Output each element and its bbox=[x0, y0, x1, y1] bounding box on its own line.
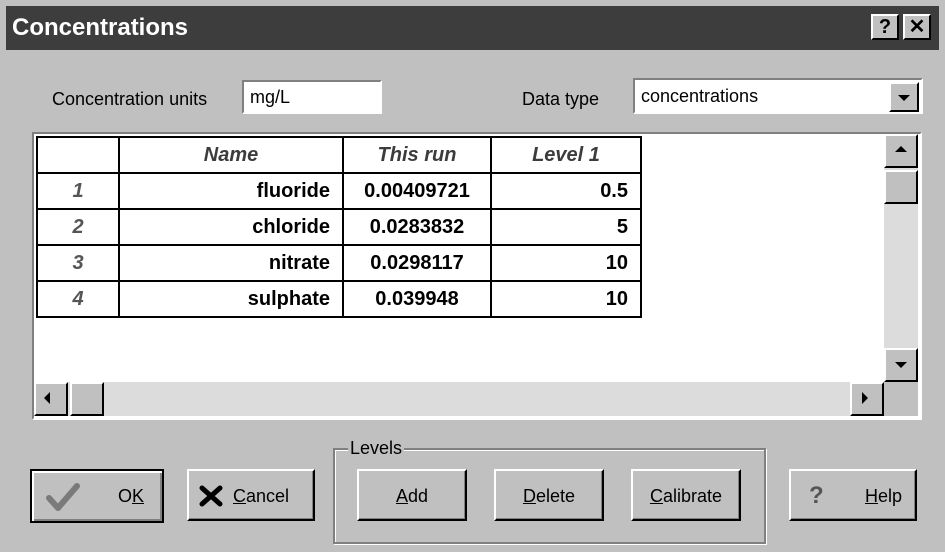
concentrations-grid[interactable]: Name This run Level 1 1 fluoride 0.00409… bbox=[32, 132, 922, 420]
cell-this-run[interactable]: 0.00409721 bbox=[342, 172, 492, 210]
arrow-left-icon bbox=[44, 392, 50, 404]
help-label: Help bbox=[865, 486, 903, 506]
corner-header bbox=[36, 136, 120, 174]
vertical-scrollbar[interactable] bbox=[884, 134, 918, 382]
calibrate-label: Calibrate bbox=[649, 486, 723, 506]
add-label: Add bbox=[395, 486, 429, 506]
data-type-select[interactable]: concentrations bbox=[633, 78, 923, 114]
x-mark-icon bbox=[199, 485, 223, 507]
ok-label: OK bbox=[118, 486, 145, 506]
help-button[interactable]: ? Help bbox=[789, 469, 917, 521]
scroll-down-button[interactable] bbox=[884, 348, 918, 382]
units-label: Concentration units bbox=[52, 89, 208, 109]
question-mark-icon: ? bbox=[878, 16, 892, 38]
cell-level-1[interactable]: 10 bbox=[490, 280, 642, 318]
window-title: Concentrations bbox=[12, 14, 189, 41]
row-number: 1 bbox=[36, 172, 120, 210]
data-type-label: Data type bbox=[522, 89, 600, 109]
arrow-right-icon bbox=[862, 392, 868, 404]
cell-level-1[interactable]: 0.5 bbox=[490, 172, 642, 210]
cell-level-1[interactable]: 5 bbox=[490, 208, 642, 246]
calibrate-button[interactable]: Calibrate bbox=[631, 469, 741, 521]
delete-level-button[interactable]: Delete bbox=[494, 469, 604, 521]
checkmark-icon bbox=[46, 483, 80, 511]
column-header-name[interactable]: Name bbox=[118, 136, 344, 174]
scroll-up-button[interactable] bbox=[884, 134, 918, 168]
cell-this-run[interactable]: 0.0298117 bbox=[342, 244, 492, 282]
cancel-label: Cancel bbox=[233, 486, 290, 506]
vertical-scroll-thumb[interactable] bbox=[884, 170, 918, 204]
row-number: 2 bbox=[36, 208, 120, 246]
cell-name[interactable]: nitrate bbox=[118, 244, 344, 282]
cell-this-run[interactable]: 0.0283832 bbox=[342, 208, 492, 246]
table-row[interactable]: 3 nitrate 0.0298117 10 bbox=[36, 244, 642, 282]
cell-name[interactable]: sulphate bbox=[118, 280, 344, 318]
scrollbar-corner bbox=[884, 382, 918, 416]
table-row[interactable]: 1 fluoride 0.00409721 0.5 bbox=[36, 172, 642, 210]
row-number: 3 bbox=[36, 244, 120, 282]
header-row: Name This run Level 1 bbox=[36, 136, 642, 174]
cell-level-1[interactable]: 10 bbox=[490, 244, 642, 282]
horizontal-scrollbar[interactable] bbox=[34, 382, 884, 416]
levels-group-label: Levels bbox=[348, 437, 405, 459]
cancel-button[interactable]: Cancel bbox=[187, 469, 315, 521]
ok-button[interactable]: OK bbox=[30, 469, 164, 523]
data-table: Name This run Level 1 1 fluoride 0.00409… bbox=[36, 136, 642, 318]
scroll-left-button[interactable] bbox=[34, 382, 68, 416]
title-bar: Concentrations ? ✕ bbox=[6, 6, 939, 50]
arrow-down-icon bbox=[895, 362, 907, 368]
context-help-button[interactable]: ? bbox=[871, 14, 899, 40]
row-number: 4 bbox=[36, 280, 120, 318]
close-button[interactable]: ✕ bbox=[903, 14, 931, 40]
cell-this-run[interactable]: 0.039948 bbox=[342, 280, 492, 318]
table-row[interactable]: 4 sulphate 0.039948 10 bbox=[36, 280, 642, 318]
close-icon: ✕ bbox=[908, 16, 926, 38]
question-mark-icon: ? bbox=[809, 482, 824, 509]
column-header-this-run[interactable]: This run bbox=[342, 136, 492, 174]
concentrations-dialog: Concentrations ? ✕ Concentration units m… bbox=[0, 0, 945, 552]
cell-name[interactable]: fluoride bbox=[118, 172, 344, 210]
table-row[interactable]: 2 chloride 0.0283832 5 bbox=[36, 208, 642, 246]
column-header-level-1[interactable]: Level 1 bbox=[490, 136, 642, 174]
arrow-up-icon bbox=[895, 146, 907, 152]
data-type-dropdown-button[interactable] bbox=[889, 82, 919, 112]
add-level-button[interactable]: Add bbox=[357, 469, 467, 521]
chevron-down-icon bbox=[898, 95, 910, 101]
delete-label: Delete bbox=[522, 486, 576, 506]
scroll-right-button[interactable] bbox=[850, 382, 884, 416]
data-type-value: concentrations bbox=[641, 86, 759, 106]
units-input[interactable]: mg/L bbox=[242, 80, 382, 114]
cell-name[interactable]: chloride bbox=[118, 208, 344, 246]
horizontal-scroll-thumb[interactable] bbox=[70, 382, 104, 416]
